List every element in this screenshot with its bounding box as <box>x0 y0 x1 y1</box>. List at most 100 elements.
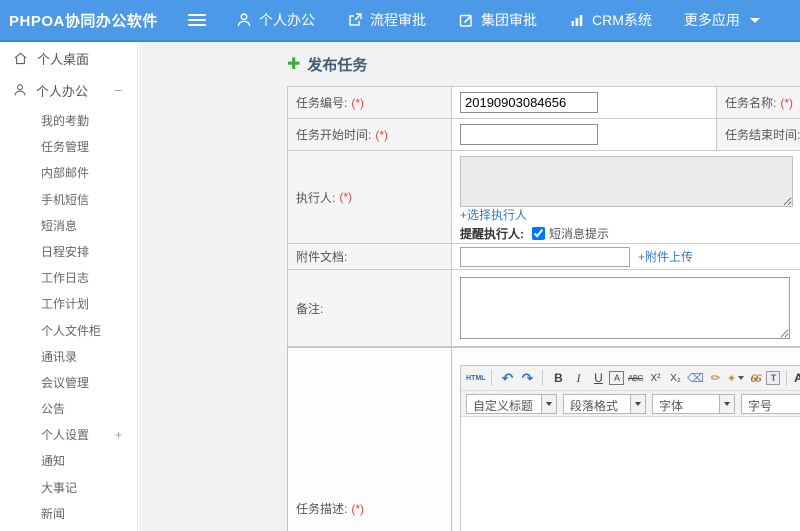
blockquote-button[interactable]: 66 <box>746 369 764 388</box>
sidebar-item-file-cabinet[interactable]: 个人文件柜 <box>0 318 137 344</box>
executor-textarea[interactable] <box>460 156 793 207</box>
font-size-select[interactable]: 字号 <box>741 393 800 414</box>
sms-remind-checkbox[interactable] <box>532 226 545 240</box>
task-number-label: 任务编号: (*) <box>288 87 452 118</box>
sidebar-item-internal-mail[interactable]: 内部邮件 <box>0 160 137 186</box>
editor-content-area[interactable] <box>461 417 800 531</box>
start-time-input[interactable] <box>460 124 598 145</box>
sms-remind-label: 短消息提示 <box>549 226 610 241</box>
sidebar-item-personal-settings[interactable]: 个人设置 + <box>0 422 137 448</box>
add-plus-icon: ✚ <box>287 56 301 73</box>
superscript-button[interactable]: X² <box>646 369 664 388</box>
task-description-label-cell: 任务描述: (*) <box>288 348 452 531</box>
required-mark: (*) <box>780 95 794 110</box>
undo-icon[interactable]: ↶ <box>498 369 516 388</box>
sidebar-item-task-management[interactable]: 任务管理 <box>0 134 137 160</box>
paragraph-format-select[interactable]: 段落格式 <box>563 393 646 414</box>
sidebar-item-events[interactable]: 大事记 <box>0 475 137 501</box>
editor-toolbar-row1: HTML ↶ ↷ B I U A ABC X² X₂ ⌫ ✏ ✦ 66 T A <box>461 366 800 391</box>
text-border-button[interactable]: A <box>609 371 625 385</box>
start-time-label: 任务开始时间: (*) <box>288 119 452 150</box>
choose-executor-link[interactable]: +选择执行人 <box>460 208 527 222</box>
custom-title-select[interactable]: 自定义标题 <box>466 393 557 414</box>
collapse-minus-icon[interactable]: − <box>114 83 122 98</box>
sidebar-item-personal-office[interactable]: 个人办公 − <box>0 74 137 106</box>
sidebar-item-attendance[interactable]: 我的考勤 <box>0 108 137 134</box>
task-name-label: 任务名称: (*) <box>717 87 800 118</box>
nav-personal-office[interactable]: 个人办公 <box>236 10 315 30</box>
nav-label: CRM系统 <box>592 12 652 28</box>
font-family-select[interactable]: 字体 <box>652 393 735 414</box>
chevron-down-icon[interactable] <box>541 394 556 413</box>
sidebar-item-address-book[interactable]: 通讯录 <box>0 344 137 370</box>
required-mark: (*) <box>375 127 389 142</box>
attachment-row: 附件文档: +附件上传 <box>288 244 800 270</box>
nav-label: 个人办公 <box>259 12 315 28</box>
required-mark: (*) <box>351 95 365 110</box>
nav-more-apps[interactable]: 更多应用 <box>684 10 760 30</box>
expand-plus-icon[interactable]: + <box>115 422 122 448</box>
nav-label: 流程审批 <box>370 12 426 28</box>
sidebar-item-news[interactable]: 新闻 <box>0 501 137 527</box>
remove-format-button[interactable]: ⌫ <box>686 369 704 388</box>
format-painter-button[interactable]: ✏ <box>706 369 724 388</box>
executor-label: 执行人: (*) <box>288 151 452 243</box>
attachment-input[interactable] <box>460 246 630 267</box>
italic-button[interactable]: I <box>569 369 587 388</box>
menu-toggle-icon[interactable] <box>188 14 206 26</box>
task-time-row: 任务开始时间:(*) 任务结束时间:(*) <box>288 119 800 151</box>
remark-textarea[interactable] <box>460 277 790 339</box>
chevron-down-icon[interactable] <box>719 394 734 413</box>
end-time-label: 任务结束时间:(*) <box>717 119 800 150</box>
edit-icon <box>458 12 474 28</box>
task-number-input[interactable] <box>460 92 598 113</box>
nav-label: 集团审批 <box>481 12 537 28</box>
page-title-text: 发布任务 <box>307 56 368 74</box>
editor-toolbar-row2: 自定义标题 段落格式 字体 字号 <box>461 391 800 417</box>
top-header: PHPOA协同办公软件 个人办公 流程审批 集团审批 CRM系统 更多应用 <box>0 0 800 42</box>
task-description-label: 任务描述: <box>296 502 348 516</box>
attachment-upload-link[interactable]: +附件上传 <box>638 248 693 265</box>
main-content: ✚ 发布任务 任务编号:(*) 任务名称:(*) 任务开始时间:(*) <box>139 42 800 531</box>
user-icon <box>236 12 252 28</box>
flow-icon <box>347 12 363 28</box>
nav-workflow-approval[interactable]: 流程审批 <box>347 10 426 30</box>
sidebar-item-work-log[interactable]: 工作日志 <box>0 265 137 291</box>
top-nav: 个人办公 流程审批 集团审批 CRM系统 更多应用 <box>236 10 792 30</box>
font-color-button[interactable]: A <box>793 369 800 388</box>
html-source-button[interactable]: HTML <box>466 369 485 388</box>
remind-executor-label: 提醒执行人: <box>460 226 524 241</box>
sidebar-item-desktop[interactable]: 个人桌面 <box>0 42 137 74</box>
caret-down-icon <box>749 17 760 23</box>
task-number-row: 任务编号:(*) 任务名称:(*) <box>288 87 800 119</box>
sidebar-item-label: 个人设置 <box>41 428 90 443</box>
redo-icon[interactable]: ↷ <box>518 369 536 388</box>
chevron-down-icon[interactable] <box>630 394 645 413</box>
quick-format-button[interactable]: ✦ <box>726 369 745 388</box>
sidebar-item-schedule[interactable]: 日程安排 <box>0 239 137 265</box>
sidebar-item-notice[interactable]: 通知 <box>0 448 137 474</box>
underline-button[interactable]: U <box>589 369 607 388</box>
sidebar: 个人桌面 个人办公 − 我的考勤 任务管理 内部邮件 手机短信 短消息 日程安排… <box>0 42 138 531</box>
attachment-label: 附件文档: <box>288 244 452 269</box>
strikethrough-button[interactable]: ABC <box>626 369 644 388</box>
nav-crm-system[interactable]: CRM系统 <box>569 10 652 30</box>
paste-text-button[interactable]: T <box>766 371 781 385</box>
sidebar-item-label: 个人桌面 <box>37 51 90 67</box>
remark-label: 备注: <box>288 270 452 346</box>
sidebar-item-work-plan[interactable]: 工作计划 <box>0 291 137 317</box>
rich-text-editor: HTML ↶ ↷ B I U A ABC X² X₂ ⌫ ✏ ✦ 66 T A … <box>460 365 800 531</box>
nav-group-approval[interactable]: 集团审批 <box>458 10 537 30</box>
sidebar-item-vote[interactable]: 投票 <box>0 527 137 531</box>
subscript-button[interactable]: X₂ <box>666 369 684 388</box>
executor-row: 执行人: (*) +选择执行人 提醒执行人: 短消息提示 <box>288 151 800 244</box>
required-mark: (*) <box>339 190 353 204</box>
sidebar-item-mobile-sms[interactable]: 手机短信 <box>0 187 137 213</box>
user-icon <box>13 83 27 97</box>
task-description-row: 任务描述: (*) HTML ↶ ↷ B I U A ABC X² X₂ ⌫ ✏… <box>287 347 800 531</box>
sidebar-item-meeting[interactable]: 会议管理 <box>0 370 137 396</box>
bold-button[interactable]: B <box>549 369 567 388</box>
sidebar-item-short-message[interactable]: 短消息 <box>0 213 137 239</box>
sidebar-item-announcement[interactable]: 公告 <box>0 396 137 422</box>
bar-chart-icon <box>569 12 585 28</box>
